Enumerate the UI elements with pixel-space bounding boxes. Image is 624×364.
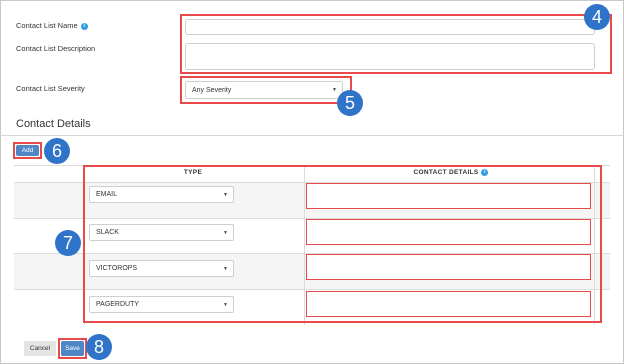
severity-select[interactable]: Any Severity ▼ [185,81,343,99]
type-select-value: PAGERDUTY [96,301,140,308]
chevron-down-icon: ▼ [223,191,228,198]
type-select[interactable]: SLACK ▼ [89,224,234,241]
contact-list-name-input[interactable] [185,19,595,35]
type-select-value: VICTOROPS [96,265,138,272]
info-icon[interactable]: i [481,169,489,176]
column-header-type: TYPE [183,169,203,176]
callout-6: 6 [44,138,70,164]
contact-list-description-label: Contact List Description [16,44,96,53]
callout-5: 5 [337,90,363,116]
type-select[interactable]: VICTOROPS ▼ [89,260,234,277]
contact-details-title: Contact Details [16,118,91,130]
contact-list-name-label-text: Contact List Name [16,21,78,30]
chevron-down-icon: ▼ [223,301,228,308]
info-icon[interactable]: i [80,22,88,30]
section-divider [0,135,624,136]
callout-4: 4 [584,4,610,30]
contact-detail-input[interactable] [306,291,591,317]
save-button[interactable]: Save [61,341,84,356]
contact-detail-input[interactable] [306,254,591,280]
chevron-down-icon: ▼ [223,229,228,236]
contact-detail-input[interactable] [306,183,591,209]
callout-7: 7 [55,230,81,256]
chevron-down-icon: ▼ [332,87,337,93]
type-select[interactable]: PAGERDUTY ▼ [89,296,234,313]
cancel-button[interactable]: Cancel [24,341,56,356]
column-header-contact-details: CONTACT DETAILS i [306,169,596,176]
contact-list-severity-label: Contact List Severity [16,84,85,93]
callout-8: 8 [86,334,112,360]
type-select-value: SLACK [96,229,119,236]
add-button[interactable]: Add [16,145,39,156]
chevron-down-icon: ▼ [223,265,228,272]
contact-detail-input[interactable] [306,219,591,245]
severity-select-value: Any Severity [192,86,232,94]
contact-list-description-input[interactable] [185,43,595,70]
column-header-contact-details-text: CONTACT DETAILS [413,169,479,177]
type-select[interactable]: EMAIL ▼ [89,186,234,203]
type-select-value: EMAIL [96,191,118,198]
contact-list-name-label: Contact List Name i [16,21,88,30]
